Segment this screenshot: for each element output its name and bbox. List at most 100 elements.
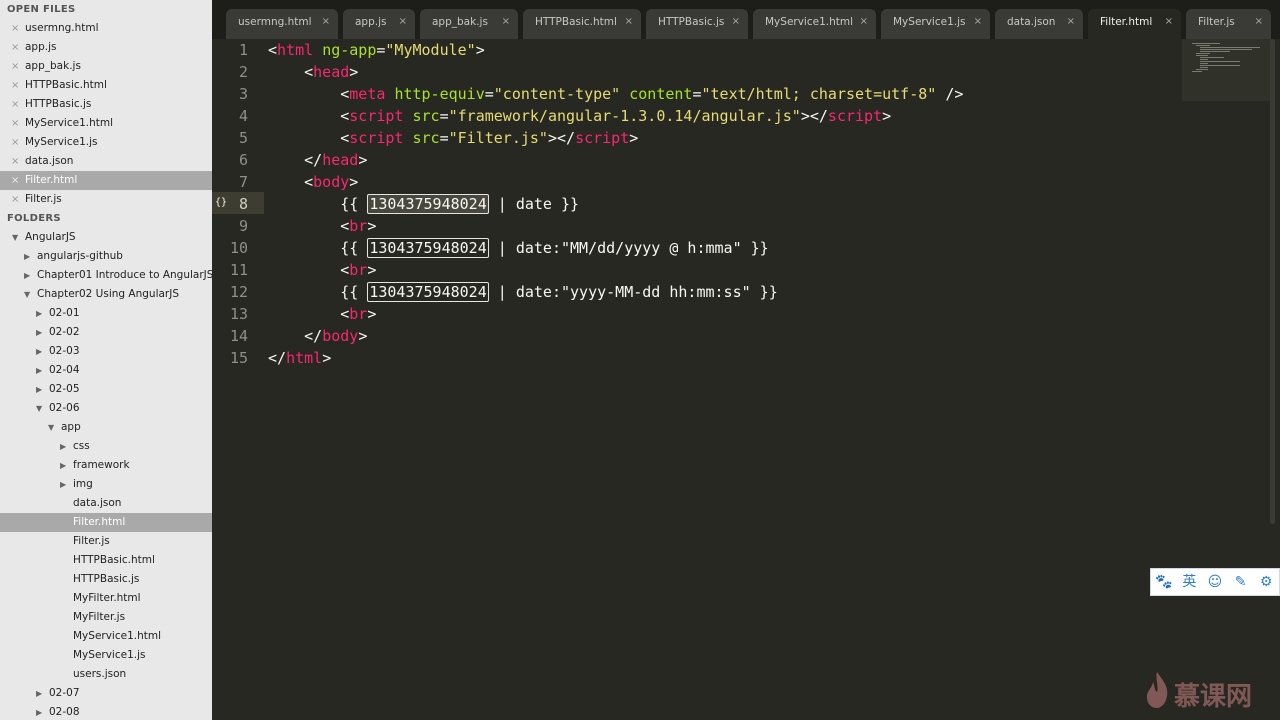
folder-item[interactable]: ▶ Chapter01 Introduce to AngularJS bbox=[0, 266, 212, 285]
code-line[interactable]: <head> bbox=[268, 61, 358, 83]
folder-item[interactable]: ▶ 02-08 bbox=[0, 703, 212, 720]
lang-toggle[interactable]: 英 bbox=[1178, 569, 1200, 595]
tab-close-icon[interactable]: × bbox=[974, 9, 982, 35]
triangle-right-icon[interactable]: ▶ bbox=[24, 247, 30, 266]
triangle-down-icon[interactable]: ▼ bbox=[48, 418, 54, 437]
tab-close-icon[interactable]: × bbox=[399, 9, 407, 35]
file-item[interactable]: Filter.js bbox=[0, 532, 212, 551]
code-line[interactable]: <br> bbox=[268, 215, 376, 237]
folder-item[interactable]: ▼ Chapter02 Using AngularJS bbox=[0, 285, 212, 304]
folder-item[interactable]: ▶ 02-05 bbox=[0, 380, 212, 399]
tab-myservice1-js[interactable]: MyService1.js × bbox=[881, 9, 990, 39]
open-file-item[interactable]: × app.js bbox=[0, 38, 212, 57]
file-item[interactable]: MyFilter.html bbox=[0, 589, 212, 608]
open-file-item[interactable]: × app_bak.js bbox=[0, 57, 212, 76]
folder-item[interactable]: ▶ framework bbox=[0, 456, 212, 475]
code-line[interactable]: <body> bbox=[268, 171, 358, 193]
code-line[interactable]: {{ 1304375948024 | date:"MM/dd/yyyy @ h:… bbox=[268, 237, 769, 259]
minimap[interactable] bbox=[1182, 39, 1272, 101]
triangle-right-icon[interactable]: ▶ bbox=[60, 475, 66, 494]
close-icon[interactable]: × bbox=[11, 152, 21, 171]
open-file-item[interactable]: × HTTPBasic.js bbox=[0, 95, 212, 114]
open-file-item[interactable]: × Filter.html bbox=[0, 171, 212, 190]
code-line[interactable]: </head> bbox=[268, 149, 367, 171]
open-file-item[interactable]: × Filter.js bbox=[0, 190, 212, 209]
scrollbar-thumb[interactable] bbox=[1270, 39, 1275, 524]
folder-item[interactable]: ▶ css bbox=[0, 437, 212, 456]
emoji-icon[interactable]: ☺ bbox=[1204, 569, 1226, 595]
file-item[interactable]: HTTPBasic.html bbox=[0, 551, 212, 570]
triangle-right-icon[interactable]: ▶ bbox=[36, 342, 42, 361]
code-line[interactable]: <br> bbox=[268, 259, 376, 281]
triangle-right-icon[interactable]: ▶ bbox=[36, 361, 42, 380]
paw-icon[interactable]: 🐾 bbox=[1153, 569, 1175, 595]
tab-myservice1-html[interactable]: MyService1.html × bbox=[753, 9, 876, 39]
code-editor[interactable]: {} 1 2 3 4 5 6 7 8 9 10 11 12 13 14 15 <html ng-app="M… bbox=[212, 39, 1280, 720]
folder-item[interactable]: ▶ 02-04 bbox=[0, 361, 212, 380]
open-file-item[interactable]: × usermng.html bbox=[0, 19, 212, 38]
tab-filter-js[interactable]: Filter.js × bbox=[1186, 9, 1271, 39]
triangle-right-icon[interactable]: ▶ bbox=[24, 266, 30, 285]
vertical-scrollbar[interactable] bbox=[1268, 39, 1276, 720]
close-icon[interactable]: × bbox=[11, 171, 21, 190]
tab-close-icon[interactable]: × bbox=[1067, 9, 1075, 35]
folder-item[interactable]: ▶ img bbox=[0, 475, 212, 494]
file-item[interactable]: MyFilter.js bbox=[0, 608, 212, 627]
triangle-down-icon[interactable]: ▼ bbox=[36, 399, 42, 418]
close-icon[interactable]: × bbox=[11, 95, 21, 114]
tab-app-bak-js[interactable]: app_bak.js × bbox=[420, 9, 518, 39]
tab-close-icon[interactable]: × bbox=[732, 9, 740, 35]
code-line[interactable]: <meta http-equiv="content-type" content=… bbox=[268, 83, 963, 105]
tab-usermng-html[interactable]: usermng.html × bbox=[226, 9, 338, 39]
code-line[interactable]: {{ 1304375948024 | date:"yyyy-MM-dd hh:m… bbox=[268, 281, 778, 303]
tab-close-icon[interactable]: × bbox=[322, 9, 330, 35]
code-line[interactable]: </html> bbox=[268, 347, 331, 369]
close-icon[interactable]: × bbox=[11, 133, 21, 152]
triangle-right-icon[interactable]: ▶ bbox=[36, 380, 42, 399]
tab-close-icon[interactable]: × bbox=[1255, 9, 1263, 35]
close-icon[interactable]: × bbox=[11, 190, 21, 209]
tab-httpbasic-js[interactable]: HTTPBasic.js × bbox=[646, 9, 748, 39]
file-item[interactable]: HTTPBasic.js bbox=[0, 570, 212, 589]
triangle-down-icon[interactable]: ▼ bbox=[24, 285, 30, 304]
open-file-item[interactable]: × data.json bbox=[0, 152, 212, 171]
tab-data-json[interactable]: data.json × bbox=[995, 9, 1083, 39]
folder-item[interactable]: ▶ 02-01 bbox=[0, 304, 212, 323]
close-icon[interactable]: × bbox=[11, 57, 21, 76]
triangle-right-icon[interactable]: ▶ bbox=[36, 323, 42, 342]
tab-filter-html[interactable]: Filter.html × bbox=[1088, 9, 1181, 39]
tab-app-js[interactable]: app.js × bbox=[343, 9, 415, 39]
folder-item[interactable]: ▼ 02-06 bbox=[0, 399, 212, 418]
code-line[interactable]: <html ng-app="MyModule"> bbox=[268, 39, 485, 61]
triangle-right-icon[interactable]: ▶ bbox=[36, 684, 42, 703]
file-item[interactable]: MyService1.js bbox=[0, 646, 212, 665]
triangle-down-icon[interactable]: ▼ bbox=[12, 228, 18, 247]
triangle-right-icon[interactable]: ▶ bbox=[36, 304, 42, 323]
triangle-right-icon[interactable]: ▶ bbox=[36, 703, 42, 720]
gear-icon[interactable]: ⚙ bbox=[1255, 569, 1277, 595]
open-file-item[interactable]: × HTTPBasic.html bbox=[0, 76, 212, 95]
file-item[interactable]: MyService1.html bbox=[0, 627, 212, 646]
pen-icon[interactable]: ✎ bbox=[1230, 569, 1252, 595]
code-line[interactable]: <br> bbox=[268, 303, 376, 325]
folder-item[interactable]: ▶ angularjs-github bbox=[0, 247, 212, 266]
close-icon[interactable]: × bbox=[11, 76, 21, 95]
tab-httpbasic-html[interactable]: HTTPBasic.html × bbox=[523, 9, 641, 39]
close-icon[interactable]: × bbox=[11, 19, 21, 38]
tab-close-icon[interactable]: × bbox=[860, 9, 868, 35]
tab-close-icon[interactable]: × bbox=[1165, 9, 1173, 35]
close-icon[interactable]: × bbox=[11, 114, 21, 133]
tab-close-icon[interactable]: × bbox=[625, 9, 633, 35]
close-icon[interactable]: × bbox=[11, 38, 21, 57]
triangle-right-icon[interactable]: ▶ bbox=[60, 456, 66, 475]
code-line[interactable]: </body> bbox=[268, 325, 367, 347]
folder-item[interactable]: ▶ 02-02 bbox=[0, 323, 212, 342]
file-item[interactable]: data.json bbox=[0, 494, 212, 513]
code-line[interactable]: <script src="framework/angular-1.3.0.14/… bbox=[268, 105, 891, 127]
folder-item[interactable]: ▼ app bbox=[0, 418, 212, 437]
file-item[interactable]: Filter.html bbox=[0, 513, 212, 532]
file-item[interactable]: users.json bbox=[0, 665, 212, 684]
folder-item[interactable]: ▶ 02-07 bbox=[0, 684, 212, 703]
code-line[interactable]: <script src="Filter.js"></script> bbox=[268, 127, 638, 149]
open-file-item[interactable]: × MyService1.html bbox=[0, 114, 212, 133]
